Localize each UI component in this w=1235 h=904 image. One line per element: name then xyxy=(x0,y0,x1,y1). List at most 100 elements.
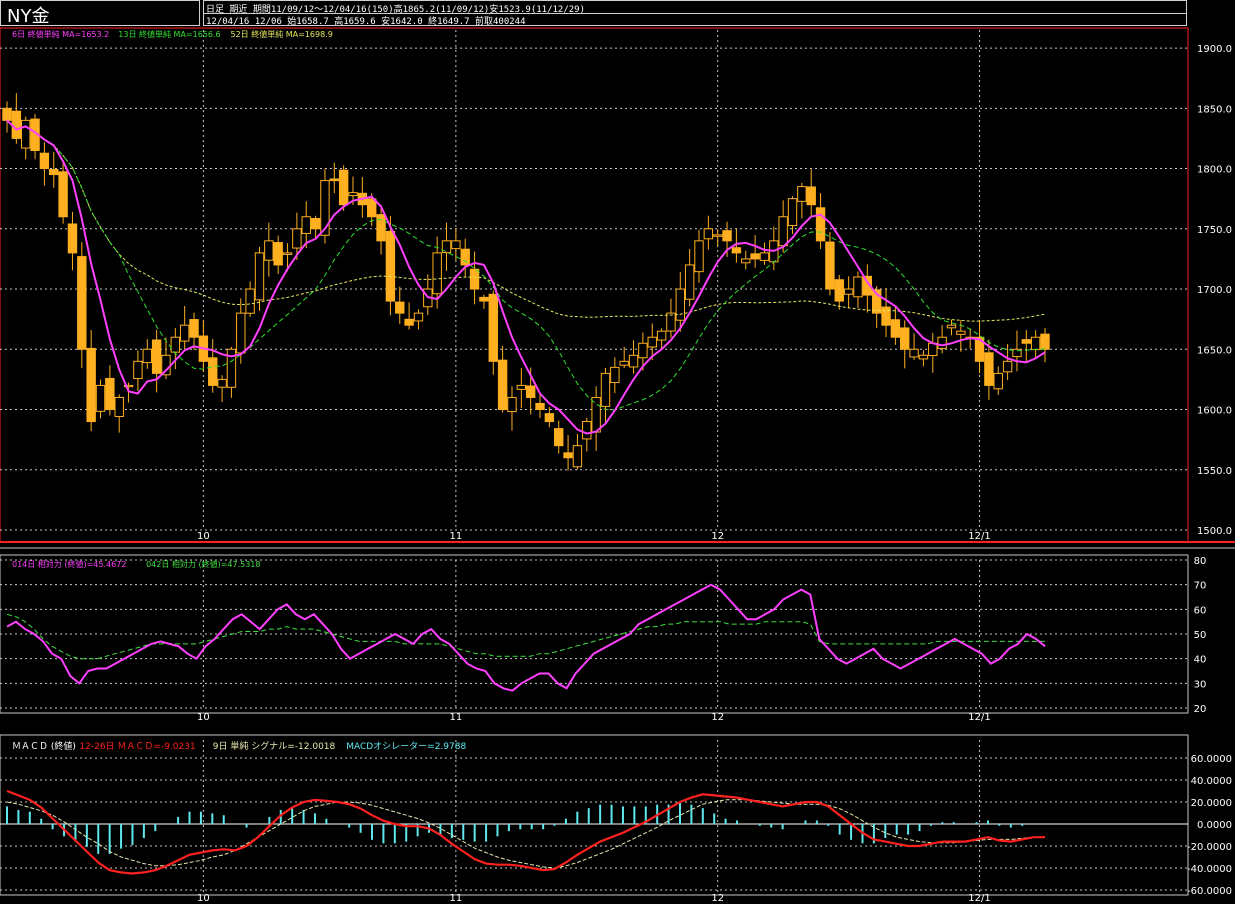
candle-up xyxy=(600,372,611,407)
candle-up xyxy=(956,330,966,335)
candle-up xyxy=(787,198,798,227)
rsi42-line xyxy=(6,613,1045,660)
rsi-y-tick-label: 20 xyxy=(1194,704,1207,715)
candle-down xyxy=(367,198,377,218)
candle-up xyxy=(666,312,676,332)
macd-x-tick-label: 11 xyxy=(449,893,462,904)
candle-down xyxy=(984,352,994,386)
candle-down xyxy=(39,152,50,170)
macd-legend-item: 12-26日 ＭＡＣＤ=-9.0231 xyxy=(79,741,195,752)
price-x-tick-label: 11 xyxy=(449,531,462,542)
candle-up xyxy=(741,258,751,264)
candle-up xyxy=(675,288,685,321)
price-y-tick-label: 1500.0 xyxy=(1197,526,1232,537)
macd-y-tick-label: 40.0000 xyxy=(1191,776,1232,787)
candle-down xyxy=(49,169,59,176)
candle-up xyxy=(843,288,854,295)
rsi-x-tick-label: 10 xyxy=(197,712,210,723)
candle-up xyxy=(797,186,807,202)
ma52-line xyxy=(6,120,1046,322)
macd-legend-item: ＭＡＣＤ (終値) xyxy=(12,740,76,752)
macd-line xyxy=(6,789,1045,875)
macd-signal-line xyxy=(6,799,1045,869)
candle-up xyxy=(946,324,957,329)
candle-down xyxy=(834,279,844,302)
candle-up xyxy=(264,240,274,261)
candle-down xyxy=(825,241,835,290)
price-legend-item: 52日 終値単純 MA=1698.9 xyxy=(231,29,333,39)
candle-down xyxy=(544,413,555,423)
candle-up xyxy=(684,264,695,300)
candle-up xyxy=(993,372,1003,390)
candle-down xyxy=(67,223,78,254)
candle-down xyxy=(273,242,283,266)
candle-down xyxy=(815,207,826,242)
rsi14-line xyxy=(6,583,1046,692)
candle-up xyxy=(1030,336,1041,351)
candle-up xyxy=(451,240,461,250)
macd-y-tick-label: 60.0000 xyxy=(1191,754,1232,765)
candle-up xyxy=(170,336,181,353)
candle-down xyxy=(900,327,910,350)
price-y-tick-label: 1850.0 xyxy=(1197,104,1232,115)
candle-down xyxy=(395,301,405,314)
price-y-tick-label: 1550.0 xyxy=(1197,466,1232,477)
candle-up xyxy=(759,252,770,261)
candle-up xyxy=(432,252,442,295)
price-y-tick-label: 1800.0 xyxy=(1197,165,1232,176)
candle-down xyxy=(731,247,742,254)
candle-up xyxy=(301,216,311,234)
candle-down xyxy=(806,186,816,206)
candle-down xyxy=(554,428,564,447)
candle-down xyxy=(563,452,573,459)
candle-down xyxy=(11,110,22,139)
candle-down xyxy=(385,230,396,302)
candle-down xyxy=(58,171,68,218)
price-x-tick-label: 12/1 xyxy=(968,531,990,542)
candle-down xyxy=(2,107,12,121)
candle-down xyxy=(469,268,480,290)
macd-y-tick-label: -20.0000 xyxy=(1187,842,1232,853)
candle-up xyxy=(610,366,620,384)
candle-down xyxy=(479,296,489,302)
candle-up xyxy=(628,354,639,368)
candle-down xyxy=(105,377,115,411)
candle-down xyxy=(890,319,901,338)
candle-up xyxy=(1002,360,1013,373)
candle-down xyxy=(151,339,162,374)
candle-up xyxy=(114,396,124,417)
candle-down xyxy=(1040,333,1050,350)
candle-up xyxy=(582,421,592,440)
candle-up xyxy=(853,276,863,298)
candle-up xyxy=(282,252,293,255)
rsi-panel-frame xyxy=(0,554,1189,714)
macd-y-tick-label: -40.0000 xyxy=(1187,864,1232,875)
candle-up xyxy=(95,384,106,412)
price-x-tick-label: 10 xyxy=(197,531,210,542)
macd-x-tick-label: 12 xyxy=(711,893,724,904)
candle-up xyxy=(572,445,583,468)
candle-up xyxy=(236,312,246,354)
candle-down xyxy=(488,293,498,362)
candle-up xyxy=(647,336,657,348)
candle-up xyxy=(179,324,190,342)
candle-up xyxy=(937,336,947,349)
candle-up xyxy=(507,396,517,413)
macd-y-tick-label: 20.0000 xyxy=(1191,798,1232,809)
candle-up xyxy=(133,360,143,380)
macd-y-tick-label: 0.0000 xyxy=(1197,820,1232,831)
candle-down xyxy=(881,306,891,326)
macd-y-tick-label: -60.0000 xyxy=(1187,886,1232,897)
rsi-y-tick-label: 40 xyxy=(1194,655,1207,666)
candle-up xyxy=(348,192,358,197)
candle-up xyxy=(909,348,919,358)
candle-down xyxy=(750,253,760,260)
candle-down xyxy=(535,402,545,411)
rsi-legend-item: 042日 相対力 (終値)=47.5318 xyxy=(146,559,260,569)
candle-up xyxy=(413,312,424,322)
candle-down xyxy=(310,218,321,230)
rsi-y-tick-label: 80 xyxy=(1194,556,1207,567)
candle-up xyxy=(619,360,629,366)
candle-up xyxy=(694,240,704,273)
candle-up xyxy=(713,234,723,237)
